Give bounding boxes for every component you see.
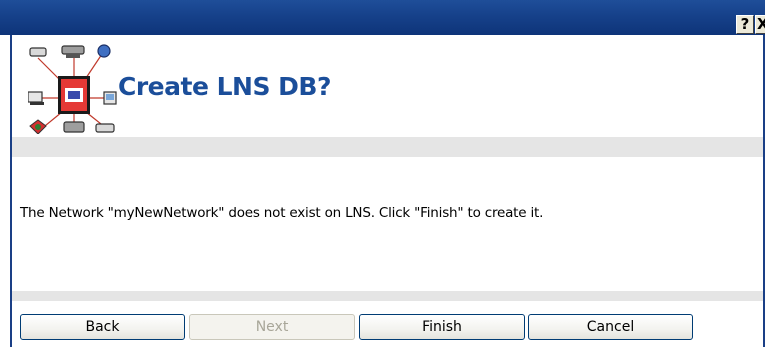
back-button[interactable]: Back [20,314,185,340]
message-text: The Network "myNewNetwork" does not exis… [20,205,544,221]
footer-separator [12,291,763,301]
close-button[interactable]: X [755,15,765,34]
page-title: Create LNS DB? [118,72,331,101]
title-bar: ? X [0,0,765,35]
next-button[interactable]: Next [189,314,355,340]
help-button[interactable]: ? [736,15,754,34]
header-separator [12,137,763,157]
network-topology-icon [28,44,117,134]
cancel-button[interactable]: Cancel [528,314,693,340]
finish-button[interactable]: Finish [359,314,525,340]
